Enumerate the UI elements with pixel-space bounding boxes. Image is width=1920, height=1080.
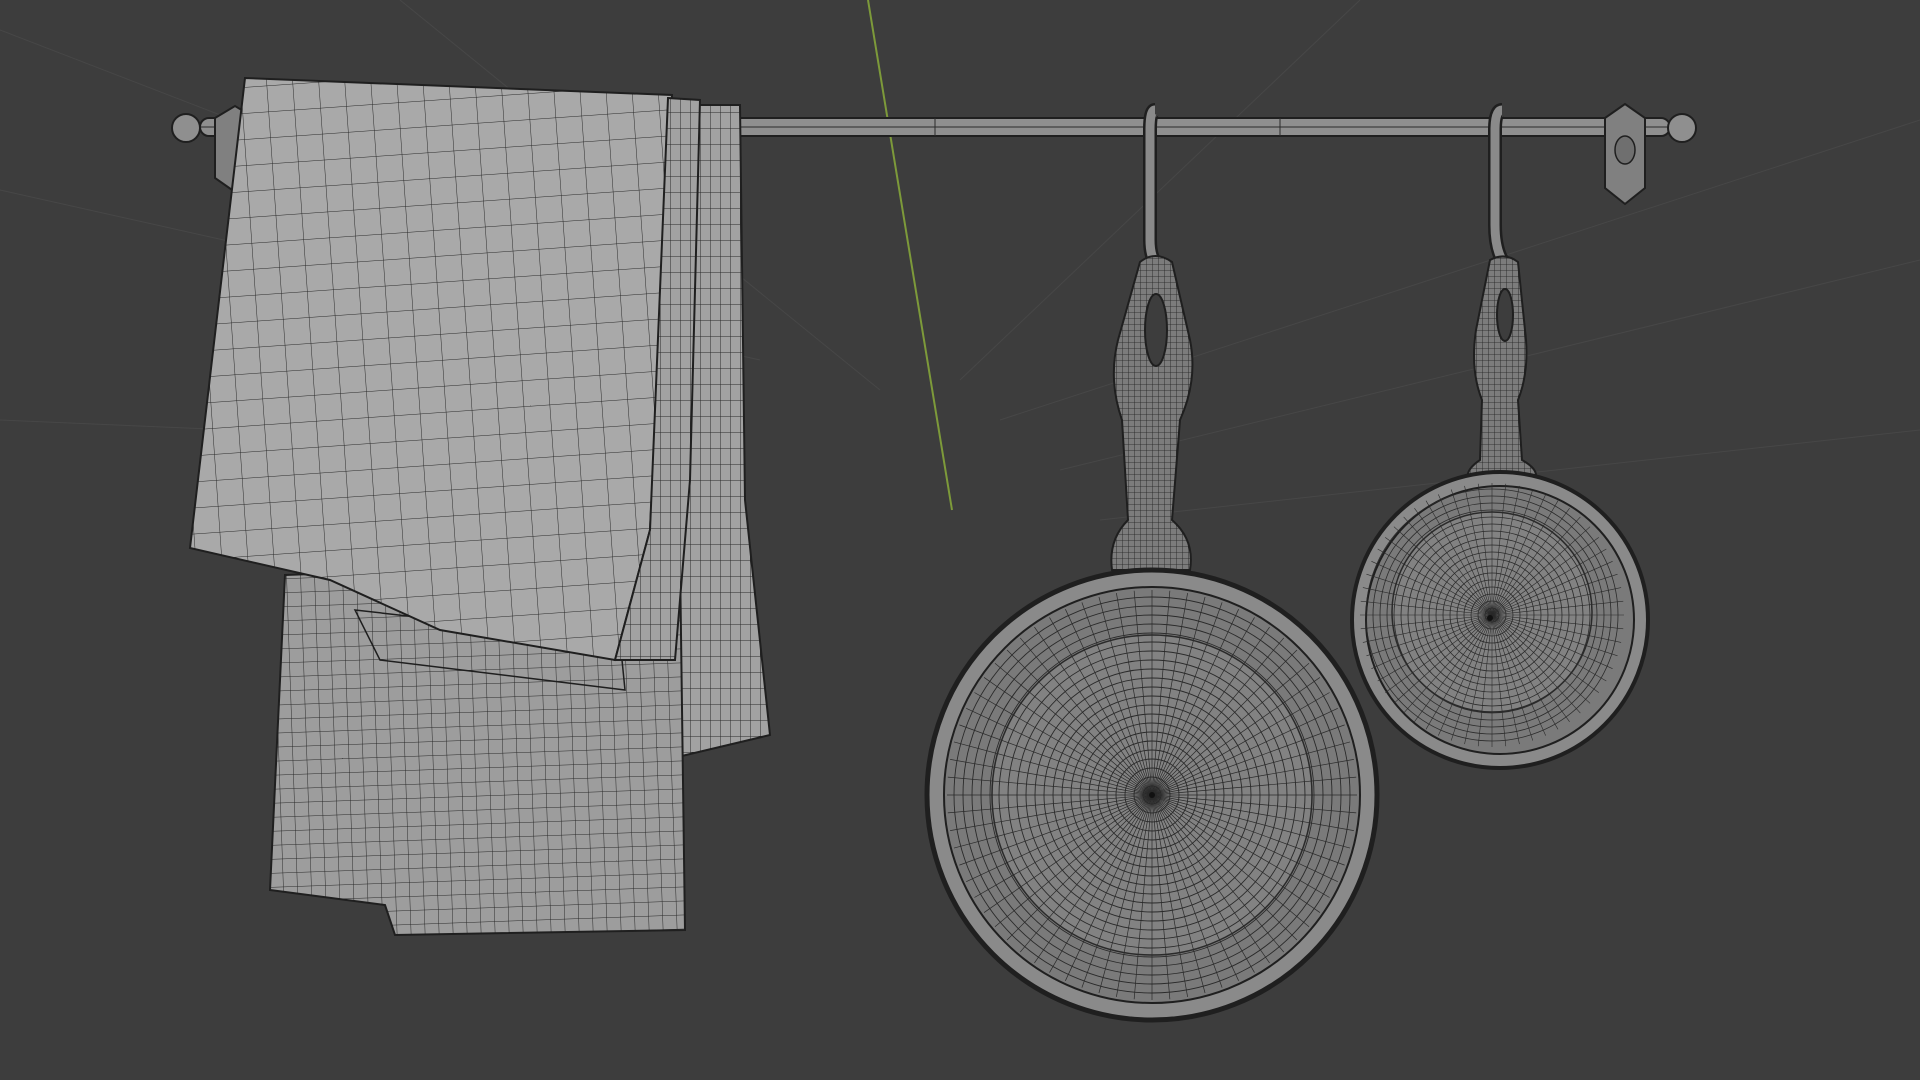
y-axis-line [867,0,953,511]
kitchen-towel[interactable] [188,76,772,937]
viewport-scene[interactable] [0,0,1920,1080]
3d-viewport[interactable] [0,0,1920,1080]
frying-pan-small[interactable] [1350,255,1650,770]
frying-pan-large[interactable] [924,255,1380,1023]
